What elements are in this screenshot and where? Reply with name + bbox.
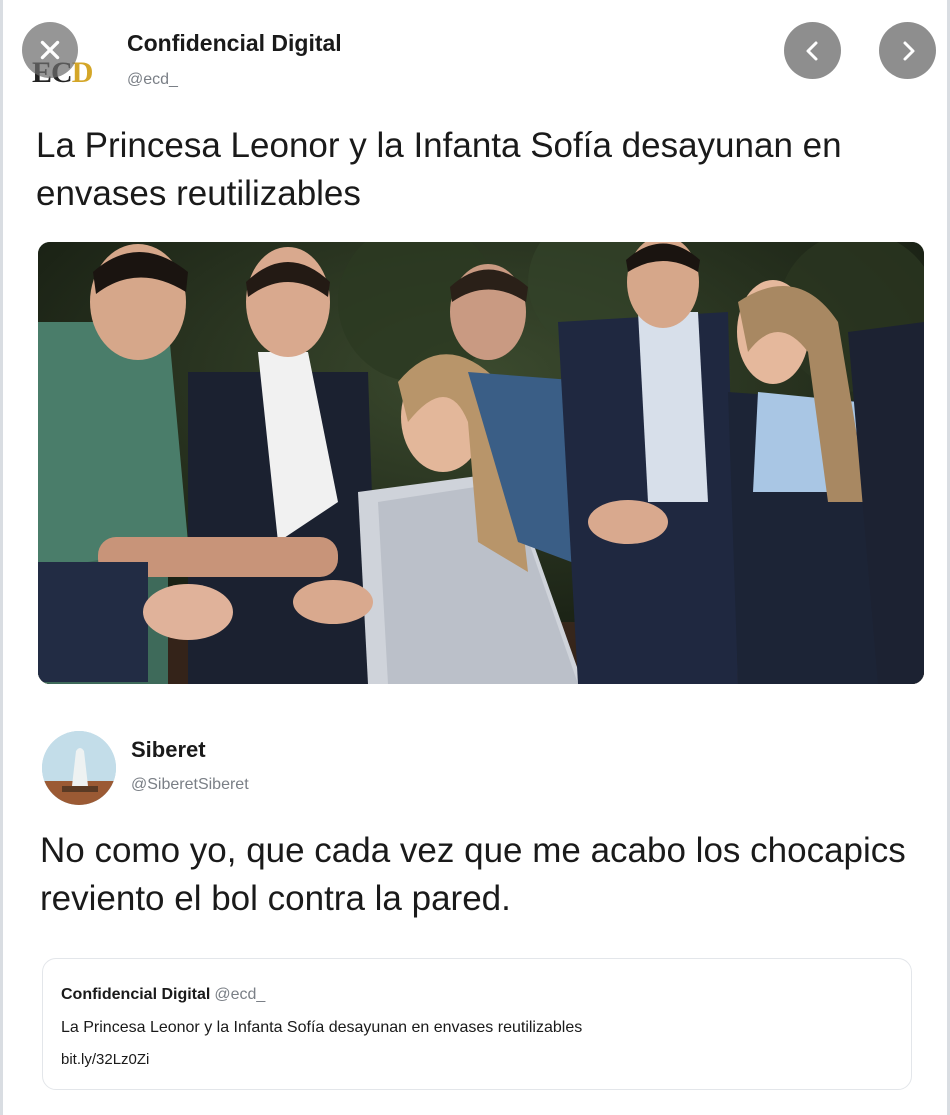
quoted-text: La Princesa Leonor y la Infanta Sofía de…: [61, 1019, 583, 1036]
chevron-right-icon: [903, 41, 914, 60]
quoted-author-name: Confidencial Digital: [61, 986, 211, 1003]
close-icon: [40, 40, 60, 60]
reply-text: No como yo, que cada vez que me acabo lo…: [40, 831, 906, 918]
close-button[interactable]: [22, 22, 78, 78]
previous-button[interactable]: [784, 22, 841, 79]
chevron-left-icon: [806, 41, 817, 60]
reply-avatar[interactable]: [42, 731, 116, 805]
tweet-author-name[interactable]: Confidencial Digital: [127, 30, 342, 57]
tweet-headline: La Princesa Leonor y la Infanta Sofía de…: [36, 126, 842, 213]
quoted-author: Confidencial Digital @ecd_: [61, 986, 265, 1004]
quoted-tweet-card[interactable]: Confidencial Digital @ecd_ La Princesa Le…: [42, 958, 912, 1090]
people-handshake-photo: [38, 242, 924, 684]
reply-author-handle[interactable]: @SiberetSiberet: [131, 776, 249, 794]
quoted-link[interactable]: bit.ly/32Lz0Zi: [61, 1051, 149, 1068]
next-button[interactable]: [879, 22, 936, 79]
quoted-author-handle: @ecd_: [214, 986, 266, 1003]
tweet-author-handle[interactable]: @ecd_: [127, 71, 178, 89]
tweet-photo[interactable]: [38, 242, 924, 684]
reply-author-name[interactable]: Siberet: [131, 737, 206, 763]
author-logo[interactable]: ECD: [22, 22, 106, 89]
avatar-image: [42, 731, 116, 805]
